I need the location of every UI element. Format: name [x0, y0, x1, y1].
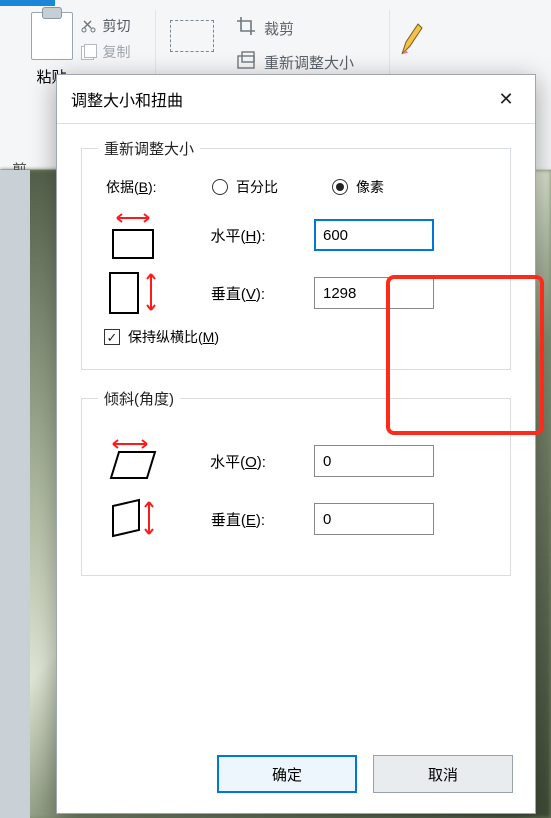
- copy-button[interactable]: 复制: [81, 42, 131, 62]
- resize-group: 重新调整大小 依据(B): 百分比 像素: [81, 138, 511, 370]
- cut-button[interactable]: 剪切: [81, 16, 131, 36]
- cut-label: 剪切: [103, 16, 131, 36]
- clipboard-icon: [31, 12, 73, 60]
- radio-pixels-label: 像素: [356, 177, 384, 197]
- radio-percent[interactable]: 百分比: [212, 177, 278, 197]
- resize-icon: [236, 50, 256, 74]
- resize-horizontal-label: 水平(H):: [178, 225, 298, 246]
- ok-button[interactable]: 确定: [217, 755, 357, 793]
- keep-aspect-checkbox[interactable]: [104, 329, 120, 345]
- v-arrow-icon: [145, 271, 157, 316]
- h-arrow-icon: [114, 211, 152, 227]
- skew-horizontal-input[interactable]: [314, 445, 434, 477]
- select-button[interactable]: [170, 12, 214, 52]
- dialog-titlebar[interactable]: 调整大小和扭曲 ✕: [57, 75, 535, 123]
- ribbon-active-tab-indicator: [0, 0, 55, 6]
- resize-button[interactable]: 重新调整大小: [236, 50, 354, 74]
- close-icon: ✕: [498, 89, 513, 110]
- resize-horizontal-illustration: [104, 211, 162, 259]
- skew-horizontal-illustration: [104, 438, 162, 485]
- resize-vertical-illustration: [104, 271, 162, 316]
- pencil-tool[interactable]: [398, 20, 424, 61]
- copy-icon: [81, 44, 97, 60]
- crop-button[interactable]: 裁剪: [236, 16, 354, 40]
- skew-legend: 倾斜(角度): [98, 388, 180, 409]
- dialog-title: 调整大小和扭曲: [71, 87, 183, 111]
- radio-circle-icon: [332, 179, 348, 195]
- crop-icon: [236, 16, 256, 40]
- skew-horizontal-label: 水平(O):: [178, 451, 298, 472]
- keep-aspect-label: 保持纵横比(M): [128, 327, 219, 347]
- crop-label: 裁剪: [264, 18, 294, 39]
- resize-label: 重新调整大小: [264, 52, 354, 73]
- cancel-button[interactable]: 取消: [373, 755, 513, 793]
- copy-label: 复制: [103, 42, 131, 62]
- scissors-icon: [81, 18, 97, 34]
- skew-vertical-illustration: [104, 496, 162, 543]
- basis-label: 依据(B):: [106, 177, 188, 197]
- skew-vertical-input[interactable]: [314, 503, 434, 535]
- resize-vertical-label: 垂直(V):: [178, 283, 298, 304]
- skew-group: 倾斜(角度) 水平(O):: [81, 388, 511, 576]
- canvas-edge: [0, 170, 30, 818]
- radio-percent-label: 百分比: [236, 177, 278, 197]
- resize-skew-dialog: 调整大小和扭曲 ✕ 重新调整大小 依据(B): 百分比 像素: [56, 74, 536, 814]
- resize-vertical-input[interactable]: [314, 277, 434, 309]
- selection-rect-icon: [170, 20, 214, 52]
- close-button[interactable]: ✕: [487, 85, 525, 113]
- radio-circle-icon: [212, 179, 228, 195]
- radio-pixels[interactable]: 像素: [332, 177, 384, 197]
- skew-vertical-label: 垂直(E):: [178, 509, 298, 530]
- resize-legend: 重新调整大小: [98, 138, 200, 159]
- resize-horizontal-input[interactable]: [314, 219, 434, 251]
